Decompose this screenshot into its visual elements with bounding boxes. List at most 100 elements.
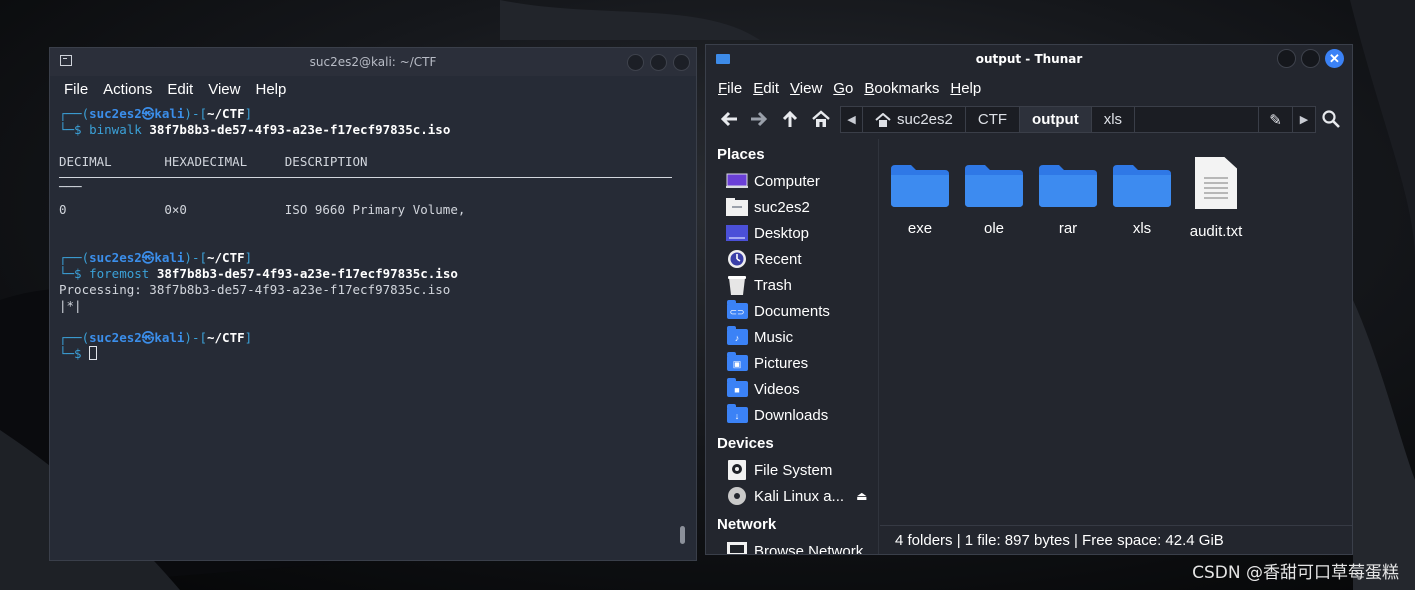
path-spacer <box>1135 107 1259 132</box>
edit-location-pencil-icon[interactable]: ✎ <box>1259 107 1293 132</box>
network-icon <box>727 542 747 554</box>
menu-view[interactable]: View <box>208 81 240 98</box>
side-pane: Places Computer suc2es2 Desktop Recent T… <box>706 139 879 554</box>
menu-edit[interactable]: Edit <box>753 80 779 97</box>
menu-go[interactable]: Go <box>833 80 853 97</box>
thunar-window[interactable]: output - Thunar ✕ File Edit View Go Book… <box>705 44 1353 555</box>
file-view[interactable]: exe ole rar xls audit.txt <box>879 139 1352 525</box>
processing-line: Processing: 38f7b8b3-de57-4f93-a23e-f17e… <box>59 282 451 297</box>
filesystem-drive-icon <box>728 460 746 480</box>
thunar-titlebar[interactable]: output - Thunar ✕ <box>706 45 1352 73</box>
menu-view[interactable]: View <box>790 80 822 97</box>
documents-folder-icon: ⊂⊃ <box>726 300 748 319</box>
close-button[interactable]: ✕ <box>1325 49 1344 68</box>
minimize-button[interactable] <box>627 54 644 71</box>
folder-icon <box>965 165 1023 207</box>
terminal-menubar: File Actions Edit View Help <box>50 76 696 102</box>
trash-icon <box>728 276 746 295</box>
terminal-title: suc2es2@kali: ~/CTF <box>309 55 437 69</box>
table-row: 0 0×0 ISO 9660 Primary Volume, <box>59 202 466 217</box>
sidebar-item-documents[interactable]: ⊂⊃ Documents <box>726 300 830 322</box>
path-scroll-left-icon[interactable]: ◀ <box>841 107 863 132</box>
up-arrow-icon[interactable] <box>779 109 801 131</box>
sidebar-item-videos[interactable]: ■ Videos <box>726 378 800 400</box>
close-button[interactable] <box>673 54 690 71</box>
prompt-line: ┌──(suc2es2㉿kali)-[~/CTF] <box>59 106 253 121</box>
scrollbar-thumb[interactable] <box>680 526 685 544</box>
videos-folder-icon: ■ <box>726 378 748 397</box>
maximize-button[interactable] <box>1301 49 1320 68</box>
file-item-folder[interactable]: ole <box>957 157 1031 237</box>
pictures-folder-icon: ▣ <box>726 352 748 371</box>
sidebar-item-pictures[interactable]: ▣ Pictures <box>726 352 808 374</box>
table-separator <box>59 177 672 178</box>
home-icon <box>875 112 891 127</box>
folder-icon <box>891 165 949 207</box>
terminal-window[interactable]: suc2es2@kali: ~/CTF File Actions Edit Vi… <box>49 47 697 561</box>
file-item-text[interactable]: audit.txt <box>1179 157 1253 240</box>
sidebar-item-home[interactable]: suc2es2 <box>726 196 810 218</box>
sidebar-item-desktop[interactable]: Desktop <box>726 222 809 244</box>
prompt-line: ┌──(suc2es2㉿kali)-[~/CTF] <box>59 330 253 345</box>
folder-icon <box>1039 165 1097 207</box>
forward-arrow-icon[interactable] <box>748 109 770 131</box>
places-heading: Places <box>717 146 765 163</box>
computer-icon <box>726 173 748 188</box>
optical-disc-icon <box>728 487 746 505</box>
sidebar-item-recent[interactable]: Recent <box>726 248 802 270</box>
file-item-folder[interactable]: rar <box>1031 157 1105 237</box>
file-item-folder[interactable]: exe <box>883 157 957 237</box>
menu-help[interactable]: Help <box>950 80 981 97</box>
downloads-folder-icon: ↓ <box>726 404 748 423</box>
sidebar-item-kali-disc[interactable]: Kali Linux a... ⏏ <box>726 485 867 507</box>
menu-help[interactable]: Help <box>255 81 286 98</box>
menu-actions[interactable]: Actions <box>103 81 152 98</box>
command-line: └─$ foremost 38f7b8b3-de57-4f93-a23e-f17… <box>59 266 458 281</box>
music-folder-icon: ♪ <box>726 326 748 345</box>
network-heading: Network <box>717 516 777 533</box>
command-line[interactable]: └─$ <box>59 346 98 362</box>
sidebar-item-browse-network[interactable]: Browse Network <box>726 540 863 554</box>
path-item-home[interactable]: suc2es2 <box>863 107 966 132</box>
menu-file[interactable]: File <box>718 80 742 97</box>
sidebar-item-filesystem[interactable]: File System <box>726 459 832 481</box>
file-item-folder[interactable]: xls <box>1105 157 1179 237</box>
path-item-output[interactable]: output <box>1020 107 1092 132</box>
status-text: 4 folders | 1 file: 897 bytes | Free spa… <box>895 532 1224 549</box>
path-item-xls[interactable]: xls <box>1092 107 1136 132</box>
command-line: └─$ binwalk 38f7b8b3-de57-4f93-a23e-f17e… <box>59 122 451 137</box>
recent-clock-icon <box>728 250 746 268</box>
eject-icon[interactable]: ⏏ <box>856 489 867 503</box>
home-icon[interactable] <box>810 109 832 131</box>
prompt-line: ┌──(suc2es2㉿kali)-[~/CTF] <box>59 250 253 265</box>
progress-line: |*| <box>59 298 82 313</box>
path-bar: ◀ suc2es2 CTF output xls ✎ ▶ <box>840 106 1316 133</box>
back-arrow-icon[interactable] <box>718 109 740 131</box>
watermark-text: CSDN @香甜可口草莓蛋糕 <box>1192 563 1399 583</box>
thunar-title: output - Thunar <box>975 52 1083 66</box>
status-bar: 4 folders | 1 file: 897 bytes | Free spa… <box>880 525 1352 554</box>
path-item-ctf[interactable]: CTF <box>966 107 1021 132</box>
terminal-titlebar[interactable]: suc2es2@kali: ~/CTF <box>50 48 696 76</box>
search-icon[interactable] <box>1320 109 1342 131</box>
text-file-icon <box>1195 157 1237 209</box>
devices-heading: Devices <box>717 435 774 452</box>
thunar-menubar: File Edit View Go Bookmarks Help <box>706 75 1352 101</box>
path-scroll-right-icon[interactable]: ▶ <box>1293 107 1315 132</box>
sidebar-item-computer[interactable]: Computer <box>726 170 820 192</box>
home-folder-icon <box>726 198 748 216</box>
sidebar-item-trash[interactable]: Trash <box>726 274 792 296</box>
minimize-button[interactable] <box>1277 49 1296 68</box>
desktop-icon <box>726 225 748 241</box>
terminal-output[interactable]: ┌──(suc2es2㉿kali)-[~/CTF] └─$ binwalk 38… <box>50 106 696 560</box>
folder-icon <box>1113 165 1171 207</box>
table-dash: ─── <box>59 179 82 194</box>
text-cursor <box>89 346 98 360</box>
sidebar-item-music[interactable]: ♪ Music <box>726 326 793 348</box>
sidebar-item-downloads[interactable]: ↓ Downloads <box>726 404 828 426</box>
menu-file[interactable]: File <box>64 81 88 98</box>
menu-edit[interactable]: Edit <box>167 81 193 98</box>
maximize-button[interactable] <box>650 54 667 71</box>
table-header: DECIMAL HEXADECIMAL DESCRIPTION <box>59 154 368 169</box>
menu-bookmarks[interactable]: Bookmarks <box>864 80 939 97</box>
